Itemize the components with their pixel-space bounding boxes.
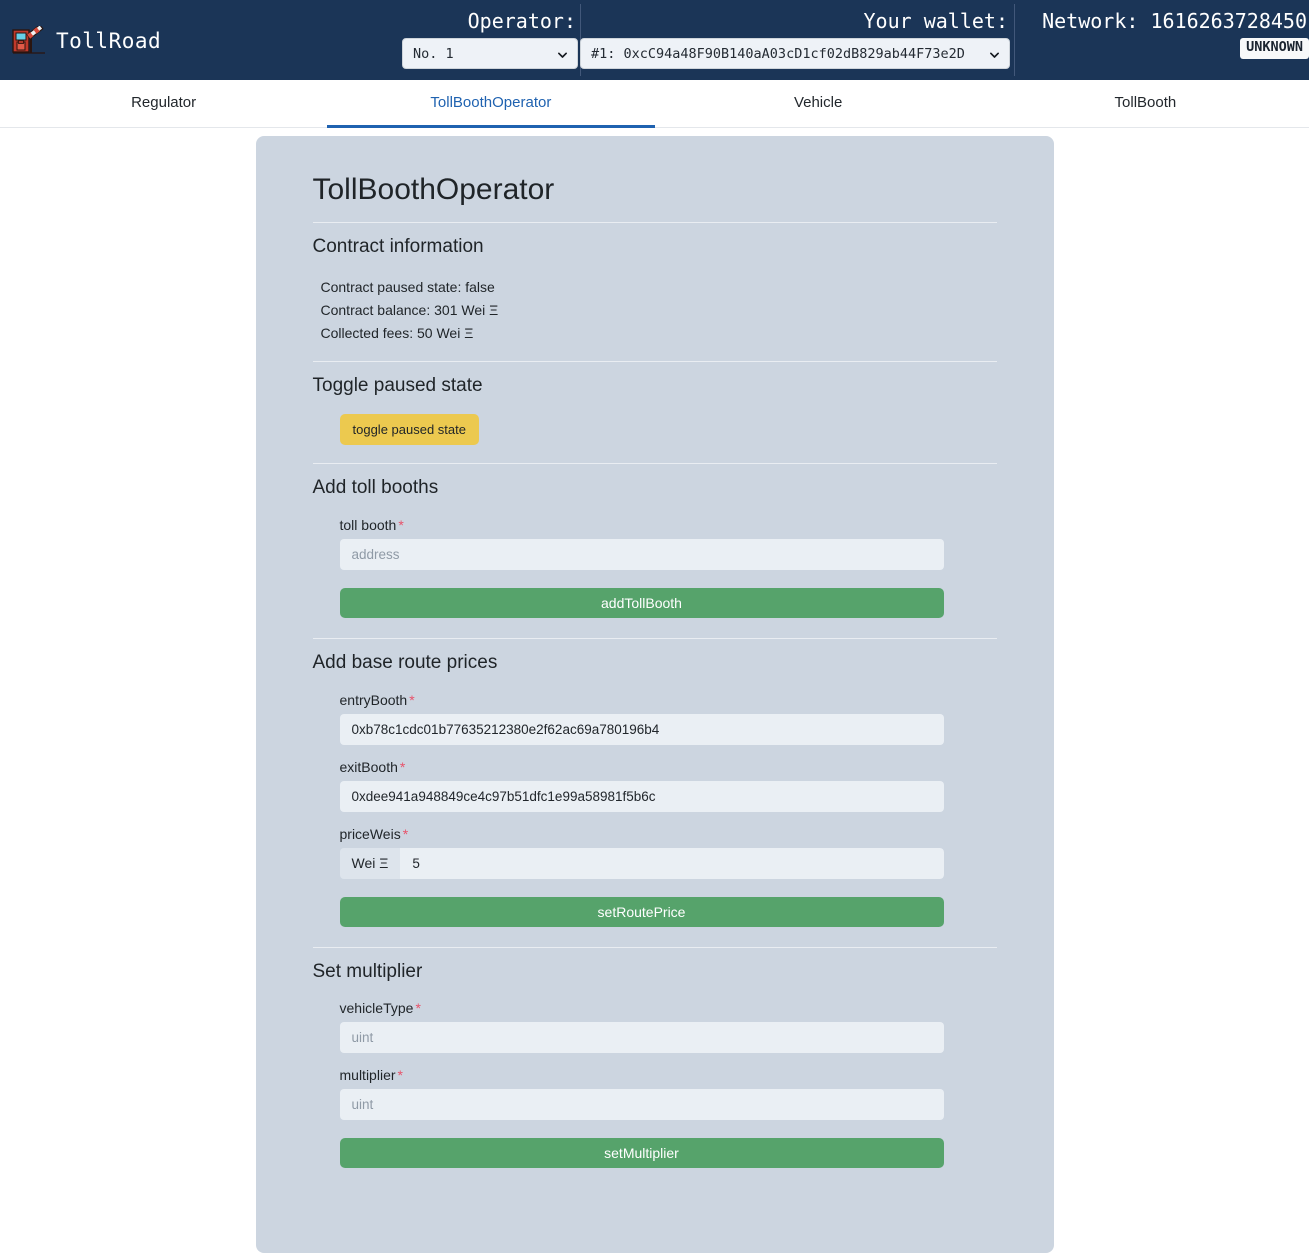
wallet-select-value: #1: 0xcC94a48F90B140aA03cD1cf02dB829ab44…: [591, 45, 965, 62]
field-label-entry-booth: entryBooth *: [340, 692, 944, 708]
add-toll-booth-button[interactable]: addTollBooth: [339, 588, 944, 619]
page-title: TollBoothOperator: [312, 173, 555, 206]
tab-regulator[interactable]: Regulator: [0, 80, 327, 128]
required-marker: *: [397, 1067, 403, 1084]
divider: [312, 638, 997, 640]
wei-unit-prefix: Wei Ξ: [339, 847, 401, 879]
contract-paused-state: Contract paused state: false: [320, 278, 495, 295]
brand[interactable]: TollRoad: [0, 0, 161, 56]
section-heading-add-base-route-prices: Add base route prices: [312, 652, 498, 674]
field-multiplier: multiplier *: [339, 1067, 944, 1121]
required-marker: *: [409, 691, 415, 708]
divider: [312, 463, 997, 465]
field-entry-booth: entryBooth *: [339, 692, 944, 745]
field-label-toll-booth: toll booth *: [340, 517, 944, 533]
required-marker: *: [399, 758, 406, 775]
wallet-label: Your wallet:: [863, 9, 1009, 33]
toll-booth-input[interactable]: [339, 539, 944, 571]
divider: [312, 360, 997, 362]
section-heading-contract-information: Contract information: [312, 236, 484, 257]
tab-label: TollBooth: [1114, 94, 1177, 111]
operator-label: Operator:: [467, 9, 576, 33]
tollboothoperator-panel: TollBoothOperator Contract information C…: [255, 136, 1054, 1253]
section-heading-toggle-paused-state: Toggle paused state: [312, 374, 483, 396]
exit-booth-input[interactable]: [339, 780, 944, 812]
operator-select[interactable]: No. 1: [402, 38, 578, 69]
network-label: Network: 1616263728450: [1042, 9, 1307, 33]
tab-label: TollBoothOperator: [430, 94, 552, 111]
wallet-group: Your wallet: #1: 0xcC94a48F90B140aA03cD1…: [580, 0, 1010, 69]
required-marker: *: [415, 1000, 421, 1017]
tab-vehicle[interactable]: Vehicle: [655, 80, 982, 128]
navbar-divider-2: [1014, 4, 1015, 76]
set-route-price-button[interactable]: setRoutePrice: [339, 896, 944, 927]
top-navbar: TollRoad Operator: No. 1 Your wallet: #1…: [0, 0, 1309, 80]
brand-title: TollRoad: [56, 29, 162, 53]
section-heading-add-toll-booths: Add toll booths: [312, 477, 439, 499]
chevron-down-icon: [557, 48, 568, 59]
label-text: entryBooth: [339, 691, 408, 708]
tab-label: Regulator: [131, 94, 197, 111]
price-weis-input[interactable]: [400, 847, 944, 879]
tab-tollbooth[interactable]: TollBooth: [982, 80, 1309, 128]
field-exit-booth: exitBooth *: [339, 759, 944, 812]
toll-booth-icon: [12, 24, 46, 56]
field-label-price-weis: priceWeis *: [340, 826, 944, 842]
multiplier-input[interactable]: [339, 1089, 944, 1121]
network-status-badge: UNKNOWN: [1240, 38, 1309, 59]
wallet-select[interactable]: #1: 0xcC94a48F90B140aA03cD1cf02dB829ab44…: [580, 38, 1010, 69]
set-multiplier-button[interactable]: setMultiplier: [339, 1138, 944, 1169]
contract-balance: Contract balance: 301 Wei Ξ: [320, 301, 499, 318]
field-price-weis: priceWeis * Wei Ξ: [339, 826, 944, 879]
label-text: vehicleType: [339, 1000, 414, 1017]
field-toll-booth: toll booth *: [339, 517, 944, 571]
price-weis-input-group: Wei Ξ: [339, 847, 944, 879]
operator-select-value: No. 1: [413, 45, 454, 62]
vehicle-type-input[interactable]: [339, 1022, 944, 1054]
entry-booth-input[interactable]: [339, 713, 944, 745]
field-label-vehicle-type: vehicleType *: [340, 1000, 944, 1016]
divider: [312, 946, 997, 948]
chevron-down-icon: [989, 48, 1000, 59]
contract-information-list: Contract paused state: false Contract ba…: [313, 276, 997, 361]
divider: [312, 222, 997, 223]
label-text: multiplier: [339, 1067, 396, 1084]
label-text: toll booth: [339, 517, 397, 534]
tab-bar: Regulator TollBoothOperator Vehicle Toll…: [0, 80, 1309, 128]
required-marker: *: [398, 517, 404, 534]
tab-tollboothoperator[interactable]: TollBoothOperator: [327, 80, 655, 128]
field-vehicle-type: vehicleType *: [339, 1000, 944, 1054]
network-group: Network: 1616263728450 UNKNOWN: [1022, 0, 1309, 59]
collected-fees: Collected fees: 50 Wei Ξ: [320, 324, 474, 341]
label-text: exitBooth: [339, 758, 398, 775]
operator-group: Operator: No. 1: [386, 0, 578, 69]
field-label-exit-booth: exitBooth *: [340, 759, 944, 775]
tab-label: Vehicle: [793, 94, 843, 111]
page-body: TollBoothOperator Contract information C…: [0, 128, 1309, 1253]
section-heading-set-multiplier: Set multiplier: [312, 960, 423, 982]
label-text: priceWeis: [339, 825, 401, 842]
field-label-multiplier: multiplier *: [340, 1067, 944, 1083]
required-marker: *: [402, 825, 409, 842]
toggle-paused-state-button[interactable]: toggle paused state: [339, 414, 479, 446]
